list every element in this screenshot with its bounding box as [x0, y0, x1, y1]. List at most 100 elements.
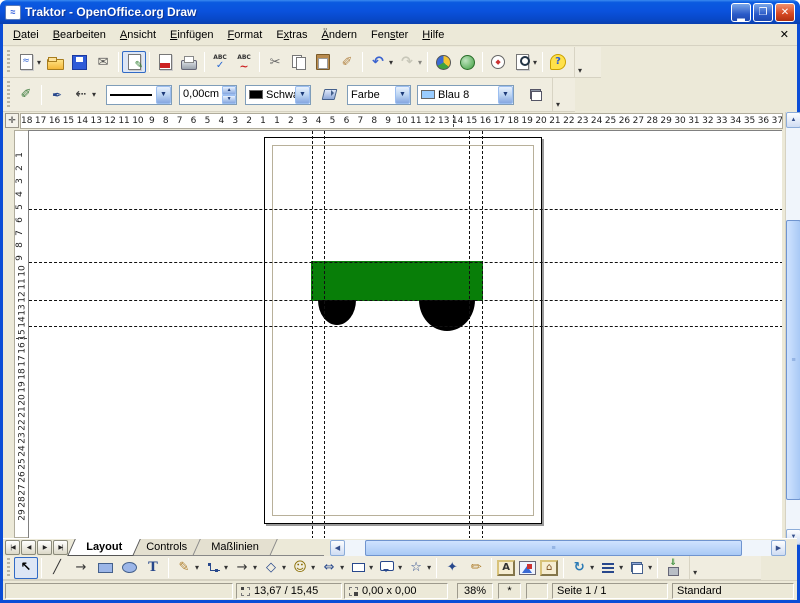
chevron-down-icon[interactable]: ▾ — [398, 563, 402, 572]
email-button[interactable] — [91, 51, 115, 73]
zoom-level-field[interactable]: 38% — [457, 583, 493, 599]
chevron-down-icon[interactable]: ▾ — [224, 563, 228, 572]
line-button[interactable] — [45, 557, 69, 579]
document-page[interactable] — [264, 137, 542, 524]
chevron-down-icon[interactable]: ▾ — [590, 563, 594, 572]
snap-guide-horizontal[interactable] — [29, 262, 782, 263]
shadow-toggle-button[interactable] — [524, 84, 548, 106]
chevron-down-icon[interactable]: ▼ — [295, 86, 310, 104]
tab-layout[interactable]: Layout — [67, 539, 141, 556]
help-button[interactable] — [546, 51, 570, 73]
new-document-button[interactable]: ▾ — [14, 51, 43, 73]
area-fill-select[interactable]: Blau 8 ▼ — [417, 85, 514, 105]
basic-shapes-button[interactable]: ▾ — [259, 557, 288, 579]
chevron-down-icon[interactable]: ▾ — [427, 563, 431, 572]
tractor-body[interactable] — [311, 261, 483, 301]
menu-bearbeiten[interactable]: Bearbeiten — [46, 26, 113, 44]
chevron-down-icon[interactable]: ▾ — [648, 563, 652, 572]
menu-einfgen[interactable]: Einfügen — [163, 26, 220, 44]
first-page-button[interactable]: |◀ — [5, 540, 20, 555]
flowcharts-button[interactable]: ▾ — [346, 557, 375, 579]
snap-guide-horizontal[interactable] — [29, 326, 782, 327]
alignment-button[interactable]: ▾ — [596, 557, 625, 579]
menu-hilfe[interactable]: Hilfe — [415, 26, 451, 44]
print-button[interactable] — [177, 51, 201, 73]
lines-arrows-button[interactable]: ▾ — [230, 557, 259, 579]
horizontal-scrollbar[interactable]: ◀ ≡ ▶ — [330, 540, 786, 556]
snap-guide-vertical[interactable] — [482, 131, 483, 538]
fontwork-button[interactable] — [495, 558, 517, 578]
toolbar-overflow-icon[interactable]: ▾ — [552, 78, 563, 111]
chart-button[interactable] — [431, 51, 455, 73]
chevron-down-icon[interactable]: ▾ — [619, 563, 623, 572]
block-arrows-button[interactable]: ▾ — [317, 557, 346, 579]
toolbar-overflow-icon[interactable]: ▾ — [574, 47, 585, 77]
edit-points-button[interactable] — [440, 557, 464, 579]
line-arrow-end-button[interactable] — [69, 557, 93, 579]
menu-fenster[interactable]: Fenster — [364, 26, 415, 44]
snap-guide-horizontal[interactable] — [29, 300, 782, 301]
stars-button[interactable]: ▾ — [404, 557, 433, 579]
callouts-button[interactable]: ▾ — [375, 557, 404, 579]
scroll-left-icon[interactable]: ◀ — [330, 540, 345, 556]
connector-button[interactable]: ▾ — [201, 557, 230, 579]
rectangle-button[interactable] — [93, 557, 117, 579]
area-dialog-button[interactable] — [317, 84, 341, 106]
edit-file-button[interactable] — [122, 51, 146, 73]
ruler-origin-button[interactable]: ✛ — [5, 113, 19, 128]
toolbar-drag-handle[interactable] — [5, 81, 12, 107]
paste-button[interactable] — [311, 51, 335, 73]
toolbar-drag-handle[interactable] — [5, 50, 12, 74]
curve-button[interactable]: ▾ — [172, 557, 201, 579]
menu-ansicht[interactable]: Ansicht — [113, 26, 163, 44]
scroll-up-icon[interactable]: ▲ — [786, 112, 800, 128]
undo-button[interactable]: ▾ — [366, 51, 395, 73]
chevron-down-icon[interactable]: ▾ — [340, 563, 344, 572]
menu-extras[interactable]: Extras — [269, 26, 314, 44]
copy-button[interactable] — [287, 51, 311, 73]
last-page-button[interactable]: ▶| — [53, 540, 68, 555]
maximize-button[interactable]: ❐ — [753, 3, 773, 22]
arrange-button[interactable]: ▾ — [625, 557, 654, 579]
scroll-right-icon[interactable]: ▶ — [771, 540, 786, 556]
arrow-style-button[interactable]: ▾ — [69, 84, 98, 106]
previous-page-button[interactable]: ◀ — [21, 540, 36, 555]
page-number-field[interactable]: Seite 1 / 1 — [552, 583, 668, 599]
snap-guide-vertical[interactable] — [324, 131, 325, 538]
text-button[interactable] — [141, 557, 165, 579]
spin-up-icon[interactable]: ▲ — [222, 86, 236, 95]
chevron-down-icon[interactable]: ▾ — [195, 563, 199, 572]
glue-points-button[interactable] — [464, 557, 488, 579]
menu-format[interactable]: Format — [220, 26, 269, 44]
chevron-down-icon[interactable]: ▾ — [533, 58, 537, 67]
line-color-select[interactable]: Schwarz ▼ — [245, 85, 311, 105]
interaction-button[interactable] — [661, 557, 685, 579]
ellipse-button[interactable] — [117, 557, 141, 579]
horizontal-ruler[interactable]: 1817161514131211109876543211234567891011… — [20, 113, 783, 129]
spellcheck-button[interactable] — [208, 51, 232, 73]
auto-spellcheck-button[interactable] — [232, 51, 256, 73]
chevron-down-icon[interactable]: ▾ — [389, 58, 393, 67]
drawing-canvas[interactable] — [28, 130, 782, 538]
chevron-down-icon[interactable]: ▾ — [282, 563, 286, 572]
chevron-down-icon[interactable]: ▾ — [253, 563, 257, 572]
minimize-button[interactable]: ▂ — [731, 3, 751, 22]
hyperlink-globe-button[interactable] — [455, 51, 479, 73]
horizontal-scroll-thumb[interactable]: ≡ — [365, 540, 742, 556]
edit-points-mode-button[interactable] — [14, 84, 38, 106]
snap-guide-vertical[interactable] — [469, 131, 470, 538]
vertical-scroll-thumb[interactable]: ≡ — [786, 220, 800, 500]
save-button[interactable] — [67, 51, 91, 73]
menu-ndern[interactable]: Ändern — [315, 26, 364, 44]
format-paintbrush-button[interactable] — [335, 51, 359, 73]
template-field[interactable]: Standard — [672, 583, 794, 599]
cut-button[interactable] — [263, 51, 287, 73]
chevron-down-icon[interactable]: ▼ — [395, 86, 410, 104]
from-file-button[interactable] — [517, 559, 538, 577]
vertical-ruler[interactable]: 1234567891011121314151617181920212223242… — [14, 130, 29, 538]
select-button[interactable] — [14, 557, 38, 579]
snap-guide-vertical[interactable] — [312, 131, 313, 538]
open-button[interactable] — [43, 51, 67, 73]
next-page-button[interactable]: ▶ — [37, 540, 52, 555]
close-button[interactable]: ✕ — [775, 3, 795, 22]
